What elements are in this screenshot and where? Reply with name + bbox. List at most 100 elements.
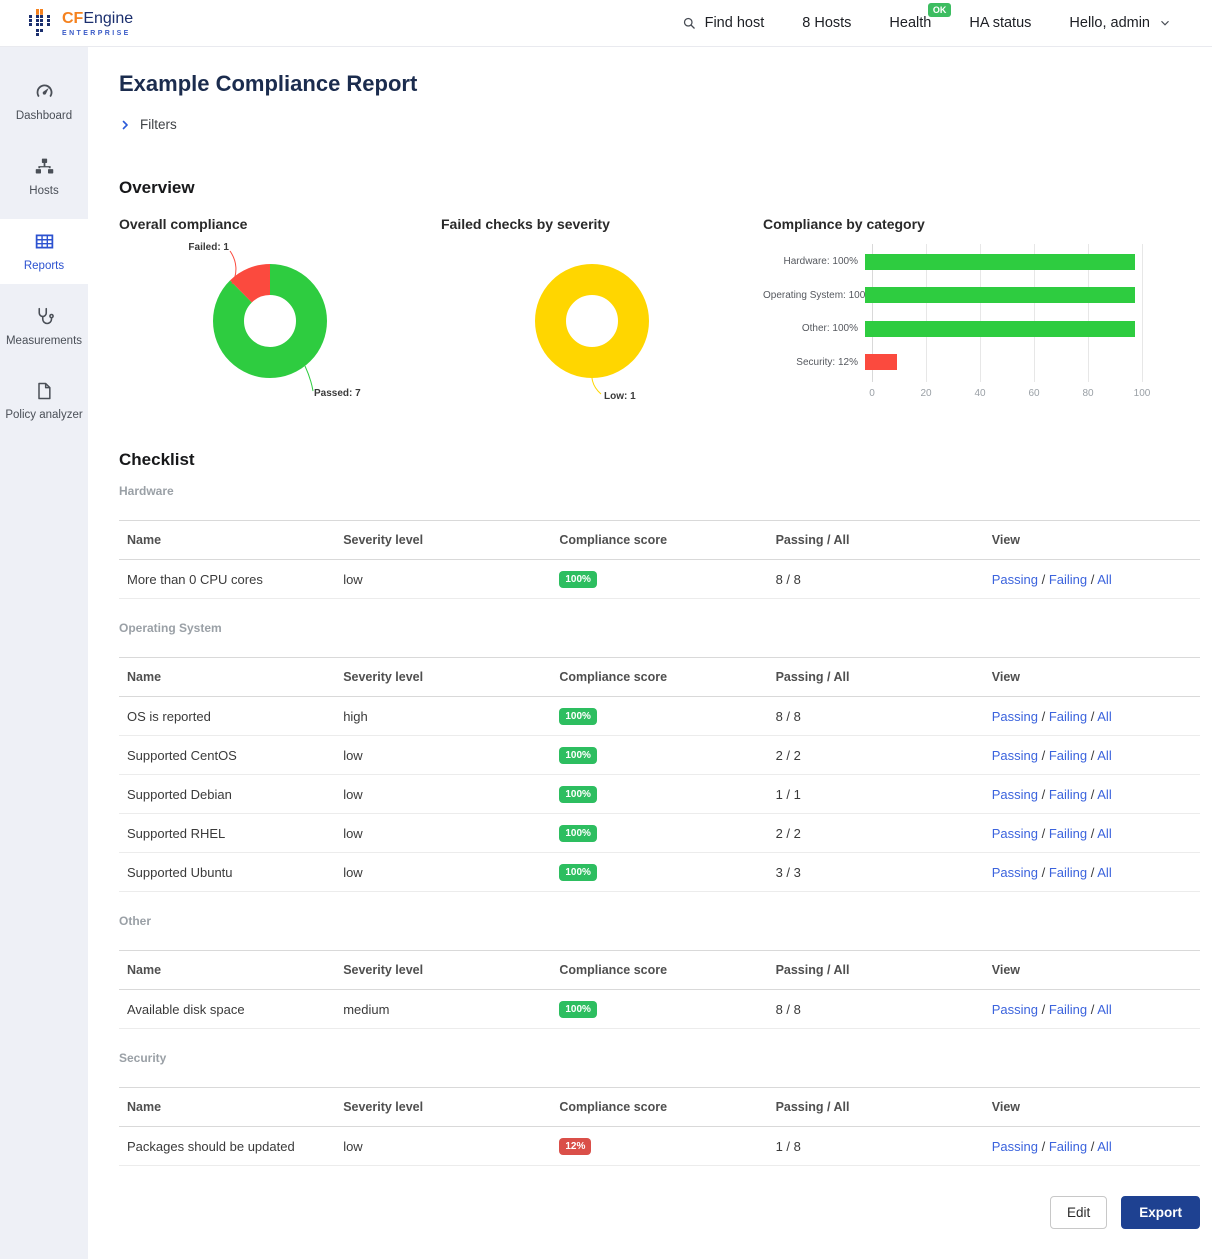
logo-subtitle: ENTERPRISE xyxy=(62,30,133,37)
view-links-cell: Passing / Failing / All xyxy=(984,1127,1200,1166)
export-button[interactable]: Export xyxy=(1121,1196,1200,1229)
find-host-search[interactable]: Find host xyxy=(682,15,765,31)
health-ok-badge: OK xyxy=(928,3,952,17)
view-all-link[interactable]: All xyxy=(1097,826,1111,841)
column-header: Name xyxy=(119,951,335,990)
donut-callout-failed: Failed: 1 xyxy=(188,242,229,253)
column-header: Severity level xyxy=(335,951,551,990)
view-failing-link[interactable]: Failing xyxy=(1049,572,1087,587)
compliance-score-cell: 12% xyxy=(551,1127,767,1166)
passing-all: 1 / 1 xyxy=(768,775,984,814)
logo-wordmark: CFEngine xyxy=(62,10,133,27)
severity-level: low xyxy=(335,560,551,599)
view-failing-link[interactable]: Failing xyxy=(1049,826,1087,841)
view-passing-link[interactable]: Passing xyxy=(992,1002,1038,1017)
page-title: Example Compliance Report xyxy=(119,71,1200,97)
table-row: Available disk spacemedium100%8 / 8Passi… xyxy=(119,990,1200,1029)
hosts-count-link[interactable]: 8 Hosts xyxy=(802,15,851,31)
view-failing-link[interactable]: Failing xyxy=(1049,1139,1087,1154)
view-failing-link[interactable]: Failing xyxy=(1049,865,1087,880)
compliance-score-badge: 100% xyxy=(559,708,597,725)
view-link-separator: / xyxy=(1038,865,1049,880)
bar-category-label: Hardware: 100% xyxy=(763,256,865,267)
view-links-cell: Passing / Failing / All xyxy=(984,560,1200,599)
table-row: More than 0 CPU coreslow100%8 / 8Passing… xyxy=(119,560,1200,599)
check-name: Supported Debian xyxy=(119,775,335,814)
view-failing-link[interactable]: Failing xyxy=(1049,709,1087,724)
sidebar: Dashboard Hosts Reports Measurements Pol… xyxy=(0,47,88,1259)
sidebar-item-hosts[interactable]: Hosts xyxy=(0,144,88,209)
view-passing-link[interactable]: Passing xyxy=(992,865,1038,880)
compliance-score-badge: 100% xyxy=(559,747,597,764)
column-header: View xyxy=(984,951,1200,990)
donut-chart xyxy=(441,236,763,428)
view-all-link[interactable]: All xyxy=(1097,709,1111,724)
donut-chart xyxy=(119,236,441,428)
column-header: Compliance score xyxy=(551,521,767,560)
view-passing-link[interactable]: Passing xyxy=(992,572,1038,587)
filters-toggle[interactable]: Filters xyxy=(119,117,1200,132)
checklist-group: Hardware NameSeverity levelCompliance sc… xyxy=(119,484,1200,599)
severity-level: low xyxy=(335,736,551,775)
checklist-group: Security NameSeverity levelCompliance sc… xyxy=(119,1051,1200,1166)
top-navbar: CFEngine ENTERPRISE Find host 8 Hosts He… xyxy=(0,0,1212,47)
sidebar-item-policy-analyzer[interactable]: Policy analyzer xyxy=(0,369,88,433)
column-header: Compliance score xyxy=(551,658,767,697)
user-menu[interactable]: Hello, admin xyxy=(1069,15,1172,31)
x-axis-tick: 40 xyxy=(974,388,985,399)
view-failing-link[interactable]: Failing xyxy=(1049,1002,1087,1017)
checklist-table: NameSeverity levelCompliance score Passin… xyxy=(119,950,1200,1029)
view-failing-link[interactable]: Failing xyxy=(1049,748,1087,763)
bar-other xyxy=(865,321,1135,337)
sidebar-item-measurements[interactable]: Measurements xyxy=(0,294,88,359)
column-header: Passing / All xyxy=(768,658,984,697)
view-all-link[interactable]: All xyxy=(1097,1139,1111,1154)
view-passing-link[interactable]: Passing xyxy=(992,748,1038,763)
checklist-group-title: Hardware xyxy=(119,484,1200,498)
compliance-score-cell: 100% xyxy=(551,736,767,775)
column-header: Severity level xyxy=(335,1088,551,1127)
donut-slice-low xyxy=(551,280,634,363)
view-all-link[interactable]: All xyxy=(1097,1002,1111,1017)
cfengine-logo[interactable]: CFEngine ENTERPRISE xyxy=(28,8,133,38)
column-header: Compliance score xyxy=(551,1088,767,1127)
severity-level: low xyxy=(335,775,551,814)
view-link-separator: / xyxy=(1087,826,1097,841)
overview-heading: Overview xyxy=(119,178,1200,198)
view-link-separator: / xyxy=(1038,572,1049,587)
bar-row: Security: 12% xyxy=(763,346,1200,380)
file-icon xyxy=(34,381,54,401)
compliance-score-cell: 100% xyxy=(551,814,767,853)
severity-level: medium xyxy=(335,990,551,1029)
view-all-link[interactable]: All xyxy=(1097,748,1111,763)
ha-status-link[interactable]: HA status xyxy=(969,15,1031,31)
health-link[interactable]: Health OK xyxy=(889,15,931,31)
view-all-link[interactable]: All xyxy=(1097,572,1111,587)
view-failing-link[interactable]: Failing xyxy=(1049,787,1087,802)
table-row: Supported RHELlow100%2 / 2Passing / Fail… xyxy=(119,814,1200,853)
column-header: Compliance score xyxy=(551,951,767,990)
sidebar-item-reports[interactable]: Reports xyxy=(0,219,88,284)
view-passing-link[interactable]: Passing xyxy=(992,1139,1038,1154)
edit-button[interactable]: Edit xyxy=(1050,1196,1107,1229)
table-header-row: NameSeverity levelCompliance scorePassin… xyxy=(119,1088,1200,1127)
view-passing-link[interactable]: Passing xyxy=(992,826,1038,841)
sidebar-item-dashboard[interactable]: Dashboard xyxy=(0,69,88,134)
filters-label: Filters xyxy=(140,117,177,132)
view-link-separator: / xyxy=(1087,572,1097,587)
view-all-link[interactable]: All xyxy=(1097,865,1111,880)
compliance-score-cell: 100% xyxy=(551,560,767,599)
main-content: Example Compliance Report Filters Overvi… xyxy=(88,47,1212,1259)
view-passing-link[interactable]: Passing xyxy=(992,709,1038,724)
severity-level: high xyxy=(335,697,551,736)
compliance-score-cell: 100% xyxy=(551,990,767,1029)
x-axis-tick: 80 xyxy=(1082,388,1093,399)
view-link-separator: / xyxy=(1038,787,1049,802)
compliance-score-badge: 100% xyxy=(559,786,597,803)
compliance-score-badge: 12% xyxy=(559,1138,591,1155)
passing-all: 2 / 2 xyxy=(768,736,984,775)
view-all-link[interactable]: All xyxy=(1097,787,1111,802)
view-link-separator: / xyxy=(1038,1139,1049,1154)
table-row: Supported CentOSlow100%2 / 2Passing / Fa… xyxy=(119,736,1200,775)
view-passing-link[interactable]: Passing xyxy=(992,787,1038,802)
